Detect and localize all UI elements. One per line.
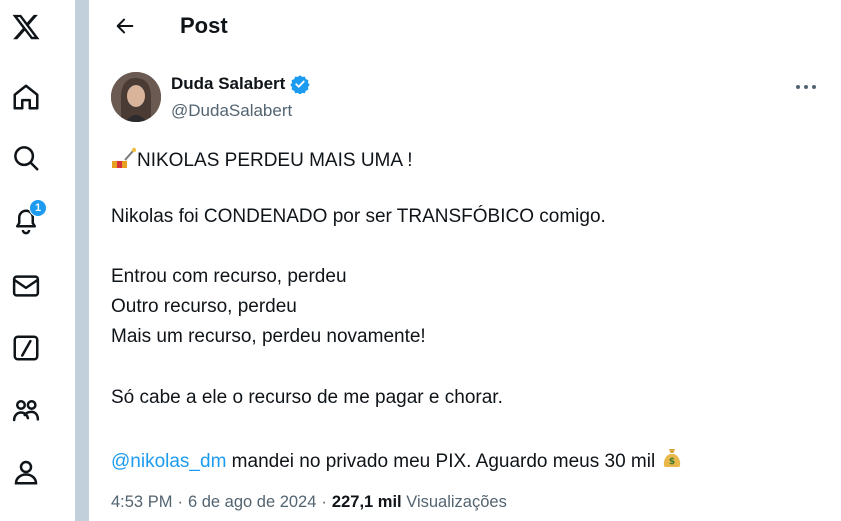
nav-notifications[interactable]: 1 bbox=[4, 198, 48, 242]
profile-icon bbox=[14, 460, 38, 485]
x-logo-link[interactable] bbox=[4, 5, 48, 49]
post-line-1: NIKOLAS PERDEU MAIS UMA ! bbox=[111, 147, 413, 173]
arrow-left-icon bbox=[116, 18, 134, 34]
search-icon bbox=[14, 146, 39, 171]
back-button[interactable] bbox=[109, 10, 141, 42]
post-time[interactable]: 4:53 PM bbox=[111, 493, 172, 512]
money-bag-emoji-icon: $ bbox=[664, 449, 681, 467]
post-line-2: Nikolas foi CONDENADO por ser TRANSFÓBIC… bbox=[111, 206, 606, 227]
grok-icon bbox=[13, 335, 39, 361]
nav-communities[interactable] bbox=[4, 388, 48, 432]
mail-icon bbox=[12, 275, 40, 297]
nav-home[interactable] bbox=[4, 75, 48, 119]
views-count: 227,1 mil bbox=[331, 493, 402, 511]
nav-grok[interactable] bbox=[4, 326, 48, 370]
main-column: Post Duda Salabert @DudaSalabert NIKOLAS… bbox=[89, 0, 841, 521]
avatar-image bbox=[111, 72, 161, 122]
nav-profile[interactable] bbox=[4, 450, 48, 494]
scrollbar[interactable] bbox=[75, 0, 89, 521]
home-icon bbox=[13, 84, 39, 110]
author-name-row[interactable]: Duda Salabert bbox=[171, 74, 310, 94]
post-date[interactable]: 6 de ago de 2024 bbox=[188, 493, 316, 512]
nav-messages[interactable] bbox=[4, 264, 48, 308]
svg-text:$: $ bbox=[669, 457, 675, 467]
post-line-6: Só cabe a ele o recurso de me pagar e ch… bbox=[111, 387, 503, 408]
side-nav: 1 bbox=[0, 0, 52, 521]
dynamite-emoji-icon bbox=[112, 147, 137, 168]
post-text-1: NIKOLAS PERDEU MAIS UMA ! bbox=[137, 150, 413, 171]
post-meta: 4:53 PM · 6 de ago de 2024 · 227,1 mil V… bbox=[111, 493, 507, 512]
meta-separator: · bbox=[177, 493, 183, 511]
page-title: Post bbox=[180, 13, 228, 38]
author-name[interactable]: Duda Salabert bbox=[171, 74, 285, 94]
views-group: 227,1 mil Visualizações bbox=[332, 493, 507, 512]
post-line-5: Mais um recurso, perdeu novamente! bbox=[111, 326, 426, 347]
avatar[interactable] bbox=[111, 72, 161, 122]
header: Post bbox=[89, 0, 841, 53]
views-label: Visualizações bbox=[406, 493, 507, 511]
post-line-4: Outro recurso, perdeu bbox=[111, 296, 297, 317]
more-options-button[interactable] bbox=[791, 74, 821, 100]
post-line-3: Entrou com recurso, perdeu bbox=[111, 266, 347, 287]
post-line-7: @nikolas_dm mandei no privado meu PIX. A… bbox=[111, 446, 684, 474]
x-logo-icon bbox=[12, 14, 40, 40]
verified-badge-icon bbox=[290, 75, 310, 94]
post-text-7: mandei no privado meu PIX. Aguardo meus … bbox=[226, 451, 661, 472]
communities-icon bbox=[12, 400, 40, 422]
meta-separator: · bbox=[321, 493, 327, 511]
author-handle[interactable]: @DudaSalabert bbox=[171, 101, 292, 121]
nav-explore[interactable] bbox=[4, 136, 48, 180]
more-horizontal-icon bbox=[796, 85, 816, 89]
notification-badge: 1 bbox=[29, 199, 47, 217]
mention-link[interactable]: @nikolas_dm bbox=[111, 451, 226, 472]
